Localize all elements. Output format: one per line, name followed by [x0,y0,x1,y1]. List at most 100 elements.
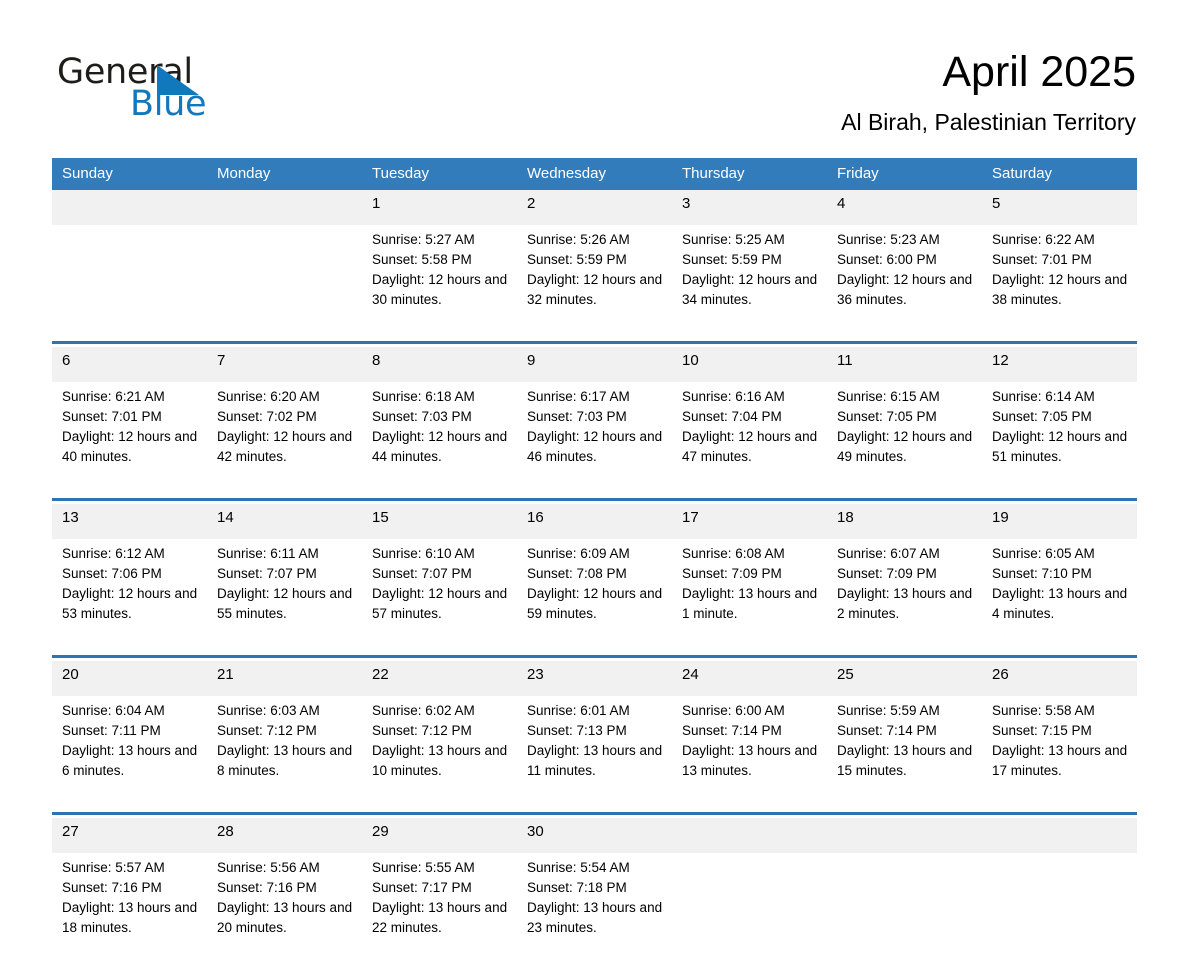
daylight-text: Daylight: 12 hours and 59 minutes. [527,586,663,621]
day-cell-29[interactable]: Sunrise: 5:55 AM Sunset: 7:17 PM Daylight:… [362,853,517,969]
day-number-7[interactable]: 7 [207,347,362,382]
calendar-page: General Blue April 2025 Al Birah, Palest… [0,0,1188,969]
day-number-2[interactable]: 2 [517,190,672,225]
day-number-16[interactable]: 16 [517,504,672,539]
day-number-28[interactable]: 28 [207,818,362,853]
day-number-empty [827,818,982,853]
sunset-text: Sunset: 7:08 PM [527,566,627,581]
daylight-text: Daylight: 13 hours and 6 minutes. [62,743,198,778]
day-cell-6[interactable]: Sunrise: 6:21 AM Sunset: 7:01 PM Daylight:… [52,382,207,500]
daylight-text: Daylight: 13 hours and 22 minutes. [372,900,508,935]
title-block: April 2025 Al Birah, Palestinian Territo… [841,46,1136,136]
sunset-text: Sunset: 5:59 PM [682,252,782,267]
day-cell-20[interactable]: Sunrise: 6:04 AM Sunset: 7:11 PM Daylight:… [52,696,207,814]
day-cell-13[interactable]: Sunrise: 6:12 AM Sunset: 7:06 PM Daylight:… [52,539,207,657]
sunset-text: Sunset: 7:03 PM [527,409,627,424]
day-cell-24[interactable]: Sunrise: 6:00 AM Sunset: 7:14 PM Daylight:… [672,696,827,814]
day-cell-3[interactable]: Sunrise: 5:25 AM Sunset: 5:59 PM Daylight:… [672,225,827,343]
day-number-18[interactable]: 18 [827,504,982,539]
day-number-20[interactable]: 20 [52,661,207,696]
day-number-27[interactable]: 27 [52,818,207,853]
sunrise-text: Sunrise: 6:16 AM [682,389,785,404]
sunrise-text: Sunrise: 5:58 AM [992,703,1095,718]
day-number-29[interactable]: 29 [362,818,517,853]
daylight-text: Daylight: 13 hours and 10 minutes. [372,743,508,778]
day-cell-5[interactable]: Sunrise: 6:22 AM Sunset: 7:01 PM Daylight:… [982,225,1137,343]
day-cell-10[interactable]: Sunrise: 6:16 AM Sunset: 7:04 PM Daylight:… [672,382,827,500]
day-number-8[interactable]: 8 [362,347,517,382]
sunset-text: Sunset: 7:02 PM [217,409,317,424]
sunrise-text: Sunrise: 6:15 AM [837,389,940,404]
day-number-14[interactable]: 14 [207,504,362,539]
day-number-9[interactable]: 9 [517,347,672,382]
day-cell-12[interactable]: Sunrise: 6:14 AM Sunset: 7:05 PM Daylight:… [982,382,1137,500]
sunset-text: Sunset: 7:12 PM [372,723,472,738]
day-number-15[interactable]: 15 [362,504,517,539]
day-number-6[interactable]: 6 [52,347,207,382]
day-number-11[interactable]: 11 [827,347,982,382]
day-cell-15[interactable]: Sunrise: 6:10 AM Sunset: 7:07 PM Daylight:… [362,539,517,657]
daylight-text: Daylight: 12 hours and 30 minutes. [372,272,508,307]
day-number-25[interactable]: 25 [827,661,982,696]
day-cell-8[interactable]: Sunrise: 6:18 AM Sunset: 7:03 PM Daylight:… [362,382,517,500]
day-number-3[interactable]: 3 [672,190,827,225]
daylight-text: Daylight: 12 hours and 36 minutes. [837,272,973,307]
day-number-row: 20 21 22 23 24 25 26 [52,661,1137,696]
sunset-text: Sunset: 7:06 PM [62,566,162,581]
sunrise-text: Sunrise: 5:54 AM [527,860,630,875]
day-number-13[interactable]: 13 [52,504,207,539]
day-cell-28[interactable]: Sunrise: 5:56 AM Sunset: 7:16 PM Daylight:… [207,853,362,969]
day-cell-17[interactable]: Sunrise: 6:08 AM Sunset: 7:09 PM Daylight:… [672,539,827,657]
day-number-30[interactable]: 30 [517,818,672,853]
daylight-text: Daylight: 12 hours and 40 minutes. [62,429,198,464]
daylight-text: Daylight: 13 hours and 4 minutes. [992,586,1128,621]
day-number-22[interactable]: 22 [362,661,517,696]
sunrise-text: Sunrise: 6:10 AM [372,546,475,561]
day-cell-22[interactable]: Sunrise: 6:02 AM Sunset: 7:12 PM Daylight:… [362,696,517,814]
weekday-header-monday: Monday [207,158,362,190]
day-cell-14[interactable]: Sunrise: 6:11 AM Sunset: 7:07 PM Daylight:… [207,539,362,657]
day-cell-empty [207,225,362,343]
day-number-26[interactable]: 26 [982,661,1137,696]
daylight-text: Daylight: 13 hours and 17 minutes. [992,743,1128,778]
day-cell-16[interactable]: Sunrise: 6:09 AM Sunset: 7:08 PM Daylight:… [517,539,672,657]
day-cell-9[interactable]: Sunrise: 6:17 AM Sunset: 7:03 PM Daylight:… [517,382,672,500]
day-cell-11[interactable]: Sunrise: 6:15 AM Sunset: 7:05 PM Daylight:… [827,382,982,500]
day-cell-27[interactable]: Sunrise: 5:57 AM Sunset: 7:16 PM Daylight:… [52,853,207,969]
brand-word-blue: Blue [130,84,207,124]
day-number-empty [982,818,1137,853]
day-cell-4[interactable]: Sunrise: 5:23 AM Sunset: 6:00 PM Daylight:… [827,225,982,343]
day-number-21[interactable]: 21 [207,661,362,696]
calendar-header-row: Sunday Monday Tuesday Wednesday Thursday Frid… [52,158,1137,190]
day-cell-2[interactable]: Sunrise: 5:26 AM Sunset: 5:59 PM Daylight:… [517,225,672,343]
daylight-text: Daylight: 13 hours and 1 minute. [682,586,818,621]
day-number-1[interactable]: 1 [362,190,517,225]
sunrise-text: Sunrise: 5:25 AM [682,232,785,247]
day-cell-empty [827,853,982,969]
day-number-10[interactable]: 10 [672,347,827,382]
day-cell-empty [52,225,207,343]
day-number-4[interactable]: 4 [827,190,982,225]
day-number-empty [207,190,362,225]
day-number-24[interactable]: 24 [672,661,827,696]
day-number-23[interactable]: 23 [517,661,672,696]
day-number-empty [672,818,827,853]
day-number-17[interactable]: 17 [672,504,827,539]
sunrise-text: Sunrise: 5:59 AM [837,703,940,718]
day-cell-26[interactable]: Sunrise: 5:58 AM Sunset: 7:15 PM Daylight:… [982,696,1137,814]
day-cell-25[interactable]: Sunrise: 5:59 AM Sunset: 7:14 PM Daylight:… [827,696,982,814]
day-cell-19[interactable]: Sunrise: 6:05 AM Sunset: 7:10 PM Daylight:… [982,539,1137,657]
day-cell-23[interactable]: Sunrise: 6:01 AM Sunset: 7:13 PM Daylight:… [517,696,672,814]
daylight-text: Daylight: 13 hours and 2 minutes. [837,586,973,621]
day-number-12[interactable]: 12 [982,347,1137,382]
calendar-table: Sunday Monday Tuesday Wednesday Thursday Frid… [52,158,1137,969]
day-number-19[interactable]: 19 [982,504,1137,539]
day-number-5[interactable]: 5 [982,190,1137,225]
day-cell-1[interactable]: Sunrise: 5:27 AM Sunset: 5:58 PM Daylight:… [362,225,517,343]
day-cell-18[interactable]: Sunrise: 6:07 AM Sunset: 7:09 PM Daylight:… [827,539,982,657]
day-cell-30[interactable]: Sunrise: 5:54 AM Sunset: 7:18 PM Daylight:… [517,853,672,969]
sunrise-text: Sunrise: 6:09 AM [527,546,630,561]
day-cell-21[interactable]: Sunrise: 6:03 AM Sunset: 7:12 PM Daylight:… [207,696,362,814]
weekday-header-thursday: Thursday [672,158,827,190]
day-cell-7[interactable]: Sunrise: 6:20 AM Sunset: 7:02 PM Daylight:… [207,382,362,500]
